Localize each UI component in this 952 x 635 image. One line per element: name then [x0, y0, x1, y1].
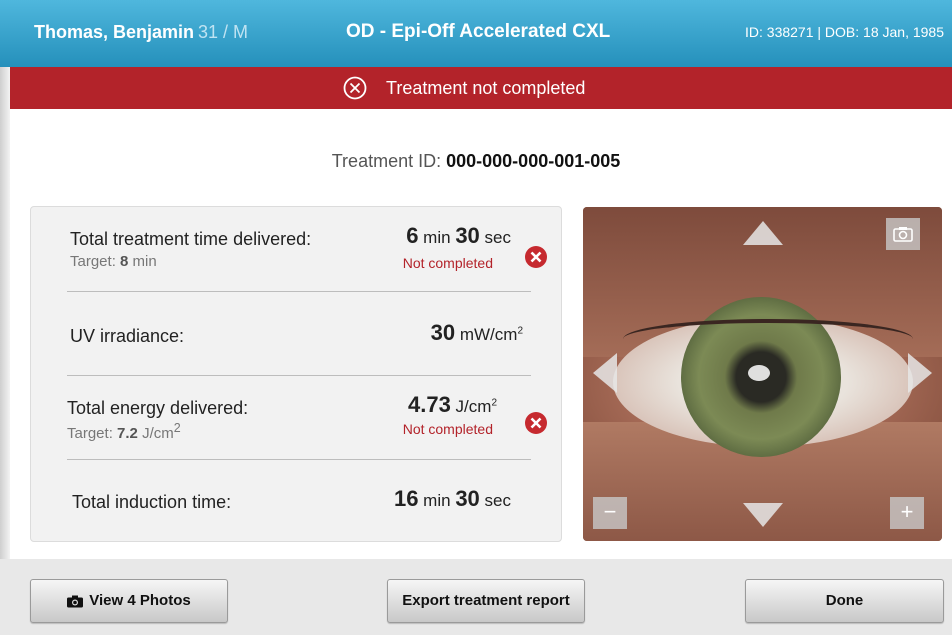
alert-text: Treatment not completed	[386, 78, 586, 98]
footer-bar: View 4 Photos Export treatment report Do…	[0, 559, 952, 635]
eye-camera-view[interactable]: − +	[583, 207, 942, 541]
eye-label: OD	[346, 21, 375, 42]
target-label: Target:	[67, 425, 113, 442]
results-panel: Total treatment time delivered: Target: …	[30, 206, 562, 542]
time-sec-unit: sec	[484, 228, 511, 247]
camera-icon	[67, 595, 84, 608]
treatment-time-label: Total treatment time delivered:	[70, 229, 312, 249]
treatment-id-label: Treatment ID:	[331, 151, 442, 171]
induction-min-value: 16	[393, 486, 419, 511]
target-value: 7.2	[117, 425, 138, 442]
uv-irradiance-value: 30 mW/cm2	[431, 320, 523, 346]
view-photos-label: View 4 Photos	[89, 592, 191, 609]
patient-header: Thomas, Benjamin 31 / M OD - Epi-Off Acce…	[0, 0, 952, 67]
pan-right-arrow-icon[interactable]	[908, 353, 932, 393]
pan-left-arrow-icon[interactable]	[593, 353, 617, 393]
uv-irradiance-row: UV irradiance: 30 mW/cm2	[31, 292, 561, 375]
target-label: Target:	[70, 253, 116, 270]
treatment-time-row: Total treatment time delivered: Target: …	[31, 207, 561, 291]
treatment-time-value: 6 min 30 sec	[406, 223, 511, 249]
irradiance-number: 30	[430, 320, 456, 345]
pan-up-arrow-icon[interactable]	[743, 221, 783, 245]
induction-sec-value: 30	[455, 486, 480, 511]
treatment-title: OD - Epi-Off Accelerated CXL	[346, 21, 610, 43]
patient-age-sex: 31 / M	[198, 22, 249, 42]
energy-row: Total energy delivered: Target: 7.2 J/cm…	[31, 376, 561, 459]
treatment-id-value: 000-000-000-001-005	[446, 151, 621, 171]
energy-target: Target: 7.2 J/cm2	[67, 421, 181, 442]
target-value: 8	[120, 253, 129, 270]
done-button[interactable]: Done	[745, 579, 944, 623]
energy-label: Total energy delivered:	[67, 398, 249, 418]
target-unit-exp: 2	[173, 421, 181, 435]
uv-irradiance-label: UV irradiance:	[70, 326, 185, 346]
view-photos-button[interactable]: View 4 Photos	[30, 579, 228, 623]
energy-value: 4.73 J/cm2	[408, 392, 497, 418]
close-circle-icon	[343, 76, 367, 100]
energy-unit-exp: 2	[491, 397, 497, 409]
induction-time-label: Total induction time:	[72, 492, 232, 512]
time-min-value: 6	[406, 223, 419, 248]
energy-status: Not completed	[402, 421, 493, 437]
treatment-id: Treatment ID: 000-000-000-001-005	[0, 151, 952, 172]
light-reflection	[748, 365, 770, 381]
treatment-time-target: Target: 8 min	[70, 253, 157, 270]
export-report-button[interactable]: Export treatment report	[387, 579, 585, 623]
zoom-out-button[interactable]: −	[593, 497, 627, 529]
pan-down-arrow-icon[interactable]	[743, 503, 783, 527]
energy-unit: J/cm	[455, 397, 492, 416]
treatment-time-status: Not completed	[402, 255, 493, 271]
patient-name: Thomas, Benjamin	[34, 22, 195, 42]
induction-time-value: 16 min 30 sec	[394, 486, 511, 512]
capture-photo-button[interactable]	[886, 218, 920, 250]
lash-line	[623, 319, 913, 359]
time-sec-value: 30	[455, 223, 480, 248]
irradiance-unit: mW/cm	[459, 325, 518, 344]
error-icon	[525, 412, 547, 434]
target-unit: J/cm	[142, 425, 174, 442]
protocol-label: - Epi-Off Accelerated CXL	[379, 21, 611, 42]
time-min-unit: min	[423, 228, 451, 247]
induction-sec-unit: sec	[484, 491, 511, 510]
zoom-in-button[interactable]: +	[890, 497, 924, 529]
irradiance-unit-exp: 2	[517, 325, 523, 337]
camera-icon	[893, 227, 913, 242]
alert-banner: Treatment not completed	[10, 67, 952, 109]
induction-min-unit: min	[423, 491, 451, 510]
patient-ids: ID: 338271 | DOB: 18 Jan, 1985	[745, 24, 944, 40]
error-icon	[525, 246, 547, 268]
induction-time-row: Total induction time: 16 min 30 sec	[31, 460, 561, 542]
energy-number: 4.73	[407, 392, 451, 417]
target-unit: min	[132, 253, 157, 270]
patient-info: Thomas, Benjamin 31 / M	[34, 22, 248, 43]
